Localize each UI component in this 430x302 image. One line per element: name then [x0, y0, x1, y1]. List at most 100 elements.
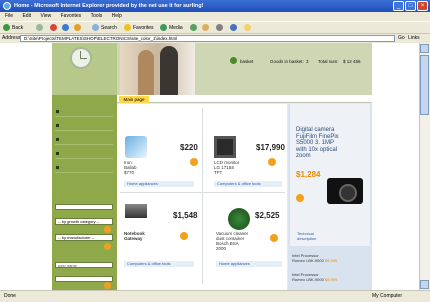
mail-button[interactable] — [202, 24, 211, 32]
basket-link[interactable]: basket — [240, 58, 253, 65]
monitor-image[interactable] — [214, 136, 236, 158]
product-category[interactable]: Home appliances — [216, 261, 282, 267]
stop-button[interactable] — [50, 24, 59, 32]
forward-button[interactable] — [36, 24, 45, 32]
menu-file[interactable]: File — [5, 13, 13, 19]
product-price: $17,990 — [256, 143, 285, 152]
sidebar-item[interactable] — [55, 118, 113, 131]
product-category[interactable]: Computers & office tools — [214, 181, 282, 187]
nav-bar — [117, 95, 372, 103]
sidebar-item[interactable] — [55, 104, 113, 117]
security-zone: My Computer — [372, 293, 403, 299]
menu-edit[interactable]: Edit — [22, 13, 31, 19]
login-icon[interactable] — [104, 282, 111, 289]
scroll-up-button[interactable] — [420, 44, 429, 53]
home-button[interactable] — [74, 24, 83, 32]
processor-item[interactable]: Intel Processor Romeo i-BK-9000 $9,999 — [292, 272, 366, 282]
discuss-button[interactable] — [244, 24, 253, 32]
menu-tools[interactable]: Tools — [91, 13, 103, 19]
product-category[interactable]: Home appliances — [124, 181, 194, 187]
cart-icon[interactable] — [190, 158, 198, 166]
media-icon — [160, 24, 167, 32]
cart-icon[interactable] — [268, 158, 276, 166]
sidebar-item[interactable] — [55, 146, 113, 159]
clock-hand-icon — [80, 58, 87, 59]
tech-description-link[interactable]: Technical description — [297, 231, 316, 241]
featured-title[interactable]: Digital camera FujiFilm FinePix S5000 3.… — [296, 127, 366, 159]
bullet-icon — [56, 110, 59, 113]
maximize-button[interactable]: □ — [405, 1, 416, 11]
go-button[interactable]: Go — [398, 35, 405, 41]
bullet-icon — [56, 166, 59, 169]
search-button[interactable]: Search — [92, 24, 117, 32]
processor-name: Romeo i-BK-9000 — [292, 258, 324, 263]
processor-name: Romeo i-BK-9000 — [292, 277, 324, 282]
manufacturer-select[interactable]: -- by manufacturer -- — [55, 234, 113, 241]
links-button[interactable]: Links — [408, 35, 420, 41]
product-name[interactable]: Notebook Gateway — [124, 231, 145, 241]
bullet-icon — [56, 124, 59, 127]
history-button[interactable] — [190, 24, 199, 32]
total-value: $ 12 456 — [343, 59, 361, 64]
menu-bar: File Edit View Favorites Tools Help — [0, 12, 430, 21]
address-label: Address — [2, 35, 21, 41]
sidebar-nav-band — [52, 95, 117, 103]
product-name[interactable]: LCD monitor LG 1715S TFT — [214, 160, 239, 175]
password-input[interactable] — [55, 276, 113, 282]
scroll-down-button[interactable] — [420, 280, 429, 289]
username-placeholder: user name — [58, 263, 77, 268]
window-title: Home - Microsoft Internet Explorer provi… — [14, 3, 204, 9]
back-arrow-icon — [3, 24, 10, 32]
search-icon — [92, 24, 99, 32]
folder-icon — [244, 24, 251, 32]
cart-icon[interactable] — [296, 194, 304, 202]
basket-icon[interactable] — [230, 57, 237, 64]
media-button[interactable]: Media — [160, 24, 183, 32]
stop-icon — [50, 24, 57, 32]
sidebar-item[interactable] — [55, 160, 113, 173]
star-icon — [124, 24, 131, 32]
menu-view[interactable]: View — [40, 13, 51, 19]
notebook-image[interactable] — [125, 204, 147, 218]
go-icon[interactable] — [104, 243, 111, 250]
product-name[interactable]: Iron Ballab $770 — [124, 160, 137, 175]
product-category[interactable]: Computers & office tools — [124, 261, 194, 267]
vacuum-image[interactable] — [228, 208, 250, 230]
refresh-icon — [62, 24, 69, 32]
menu-help[interactable]: Help — [112, 13, 122, 19]
edit-button[interactable] — [230, 24, 239, 32]
go-icon[interactable] — [104, 226, 111, 233]
product-name[interactable]: Vacuum cleaner dust container Bosch BSA … — [216, 231, 248, 251]
window-title-bar: Home - Microsoft Internet Explorer provi… — [0, 0, 430, 12]
goods-label: Goods in basket: — [270, 59, 304, 64]
search-input[interactable] — [55, 204, 113, 210]
username-input[interactable]: user name — [55, 262, 113, 268]
processor-item[interactable]: Intel Processor Romeo i-BK-9000 $9,999 — [292, 253, 366, 263]
tab-main-page[interactable]: Main page — [119, 96, 149, 103]
close-button[interactable]: × — [417, 1, 428, 11]
iron-image[interactable] — [125, 136, 147, 158]
home-icon — [74, 24, 81, 32]
scroll-thumb[interactable] — [420, 55, 429, 115]
edit-icon — [230, 24, 237, 32]
processor-price: $9,999 — [324, 277, 338, 282]
minimize-button[interactable]: _ — [393, 1, 404, 11]
sidebar-item[interactable] — [55, 132, 113, 145]
print-icon — [216, 24, 223, 32]
refresh-button[interactable] — [62, 24, 71, 32]
person-image — [138, 50, 154, 95]
processor-price: $9,999 — [324, 258, 338, 263]
category-select[interactable]: -- by growth category -- — [55, 218, 113, 225]
cart-icon[interactable] — [270, 234, 278, 242]
address-input[interactable]: D:\Site\Projects\TEMPLATES\SHOP\ELECTRON… — [20, 35, 395, 42]
back-button[interactable]: Back — [3, 24, 23, 32]
mail-icon — [202, 24, 209, 32]
total-label: Total sum: — [318, 59, 339, 64]
header-photo — [120, 43, 195, 95]
print-button[interactable] — [216, 24, 225, 32]
product-price: $2,525 — [255, 211, 280, 220]
favorites-button[interactable]: Favorites — [124, 24, 154, 32]
cart-icon[interactable] — [180, 232, 188, 240]
person-image — [160, 46, 178, 95]
menu-favorites[interactable]: Favorites — [61, 13, 82, 19]
